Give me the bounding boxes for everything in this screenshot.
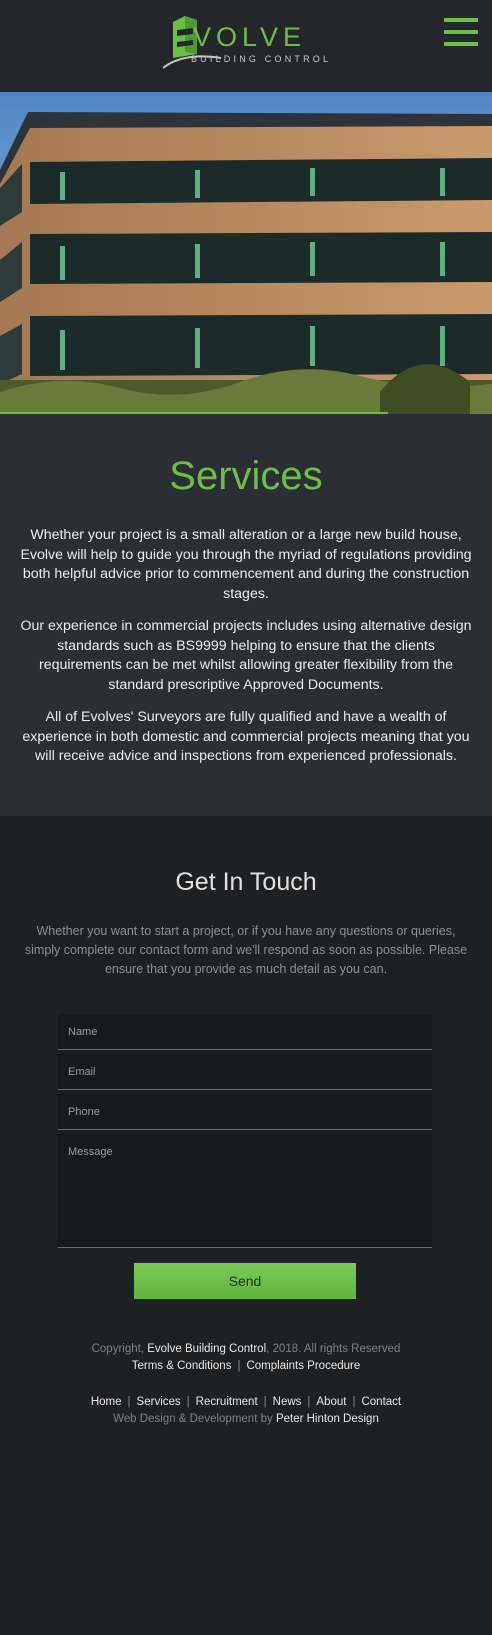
send-button[interactable]: Send: [134, 1263, 356, 1299]
contact-title: Get In Touch: [175, 868, 317, 896]
services-paragraph: All of Evolves' Surveyors are fully qual…: [22, 709, 470, 764]
hero-image: [0, 92, 492, 414]
message-field[interactable]: [58, 1134, 432, 1248]
copyright-prefix: Copyright,: [91, 1343, 145, 1355]
footer-nav-news[interactable]: News: [273, 1396, 302, 1408]
services-paragraph: Whether your project is a small alterati…: [20, 527, 472, 602]
hamburger-menu-icon[interactable]: [444, 18, 478, 46]
services-paragraph: Our experience in commercial projects in…: [20, 618, 472, 693]
separator: |: [237, 1360, 241, 1372]
credit-prefix: Web Design & Development by: [113, 1413, 273, 1425]
company-link[interactable]: Evolve Building Control: [147, 1343, 266, 1355]
footer-nav-home[interactable]: Home: [91, 1396, 122, 1408]
credit-link[interactable]: Peter Hinton Design: [276, 1413, 379, 1425]
complaints-link[interactable]: Complaints Procedure: [246, 1360, 360, 1372]
services-title: Services: [169, 454, 323, 498]
footer-nav: Home | Services | Recruitment | News | About | Con…: [90, 1396, 402, 1408]
copyright-line: Copyright, Evolve Building Control, 2018…: [0, 1343, 492, 1355]
logo-wordmark: VOLVE: [193, 22, 307, 52]
legal-links: Terms & Conditions | Complaints Procedure: [0, 1360, 492, 1372]
footer-nav-recruitment[interactable]: Recruitment: [196, 1396, 258, 1408]
footer-nav-contact[interactable]: Contact: [361, 1396, 401, 1408]
contact-intro: Whether you want to start a project, or …: [24, 924, 468, 976]
services-section: Services Whether your project is a small…: [0, 414, 492, 816]
footer-nav-about[interactable]: About: [316, 1396, 346, 1408]
phone-field[interactable]: [58, 1094, 432, 1130]
logo-subtitle: BUILDING CONTROL: [191, 54, 332, 64]
name-field[interactable]: [58, 1014, 432, 1050]
email-field[interactable]: [58, 1054, 432, 1090]
evolve-logo[interactable]: VOLVE BUILDING CONTROL: [163, 12, 333, 70]
terms-link[interactable]: Terms & Conditions: [132, 1360, 232, 1372]
design-credit: Web Design & Development by Peter Hinton…: [0, 1413, 492, 1425]
footer-nav-services[interactable]: Services: [137, 1396, 181, 1408]
site-header: VOLVE BUILDING CONTROL: [0, 0, 492, 92]
copyright-suffix: , 2018. All rights Reserved: [266, 1343, 401, 1355]
